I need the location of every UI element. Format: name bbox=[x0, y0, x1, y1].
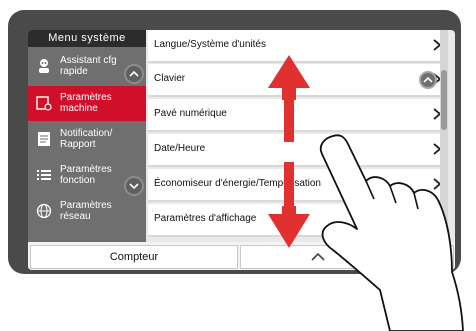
hand-pointer-icon bbox=[319, 134, 464, 331]
gesture-overlay bbox=[268, 55, 464, 331]
swipe-arrow-icon bbox=[268, 55, 310, 248]
